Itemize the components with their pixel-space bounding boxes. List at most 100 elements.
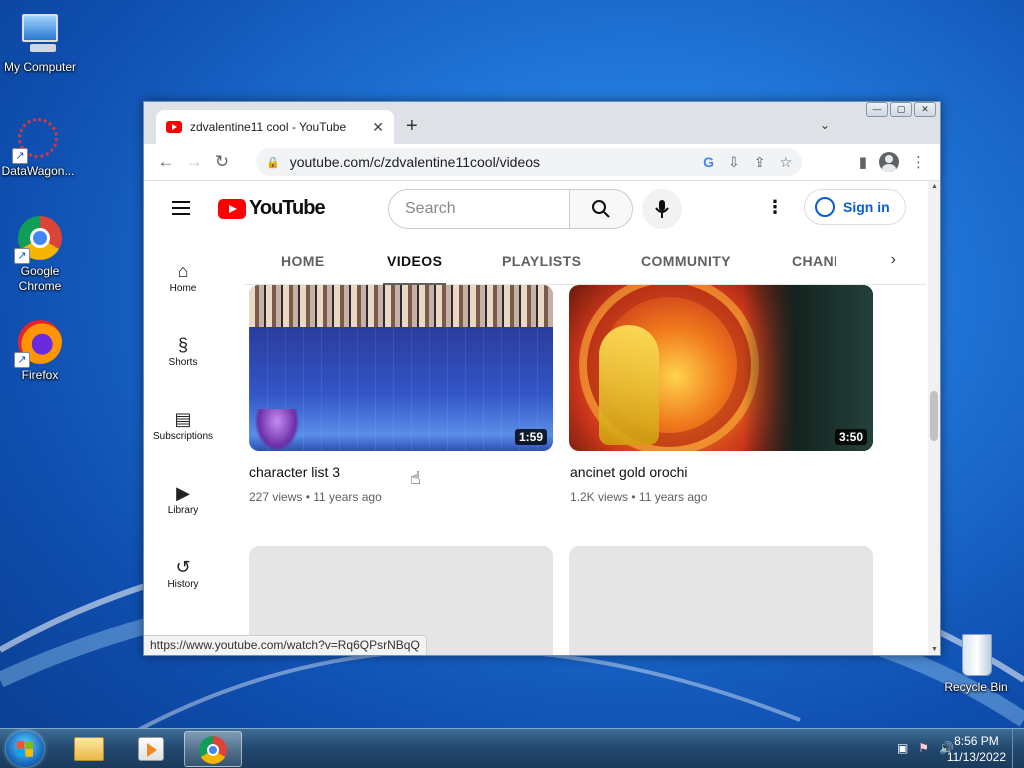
browser-tab[interactable]: zdvalentine11 cool - YouTube ✕ <box>156 110 394 144</box>
youtube-logo-text: YouTube <box>249 197 326 219</box>
bookmark-star-icon[interactable]: ☆ <box>779 154 792 171</box>
clock-date: 11/13/2022 <box>946 750 1006 764</box>
close-window-icon[interactable]: ✕ <box>914 102 936 117</box>
action-center-flag-icon[interactable]: ⚑ <box>918 741 929 755</box>
video-views: 1.2K views <box>570 490 629 504</box>
desktop-icon-my-computer[interactable]: My Computer <box>0 10 80 75</box>
minimize-icon[interactable]: — <box>866 102 888 117</box>
sidebar-item-home[interactable]: ⌂ Home <box>144 259 222 294</box>
taskbar-explorer[interactable] <box>60 731 118 767</box>
chrome-icon: ↗ <box>14 214 64 264</box>
back-icon[interactable]: ← <box>152 148 180 176</box>
search-button[interactable] <box>569 189 633 229</box>
desktop-icon-label: Google Chrome <box>18 264 62 293</box>
tab-search-chevron-icon[interactable]: ⌄ <box>820 118 830 132</box>
video-age: 11 years ago <box>638 490 708 504</box>
sidebar-item-history[interactable]: ↺ History <box>144 555 222 590</box>
system-tray: ▣ ⚑ 🔊 <box>897 741 954 755</box>
sign-in-button[interactable]: Sign in <box>804 189 906 225</box>
chrome-menu-icon[interactable]: ⋮ <box>911 153 926 171</box>
tab-channels[interactable]: CHANI <box>792 253 836 269</box>
scrollbar-thumb[interactable] <box>930 391 938 441</box>
tab-community[interactable]: COMMUNITY <box>641 253 731 269</box>
new-tab-icon[interactable]: + <box>406 115 418 138</box>
video-title[interactable]: character list 3 <box>249 464 340 480</box>
forward-icon[interactable]: → <box>180 148 208 176</box>
taskbar-chrome[interactable] <box>184 731 242 767</box>
computer-icon <box>16 10 64 58</box>
thumbnail-shadow <box>743 285 873 451</box>
sidebar-item-label: Subscriptions <box>152 431 214 442</box>
show-desktop-button[interactable] <box>1012 729 1024 768</box>
sidebar-item-subscriptions[interactable]: ▤ Subscriptions <box>144 407 222 442</box>
chevron-right-icon[interactable]: › <box>891 251 896 269</box>
page-scrollbar[interactable]: ▲ ▼ <box>928 181 940 655</box>
shortcut-arrow-icon: ↗ <box>14 352 30 368</box>
reload-icon[interactable]: ↻ <box>208 148 236 176</box>
maximize-icon[interactable]: ▢ <box>890 102 912 117</box>
youtube-favicon-icon <box>166 121 182 133</box>
menu-hamburger-icon[interactable] <box>172 201 190 215</box>
clock-time: 8:56 PM <box>954 734 999 748</box>
sidebar-item-label: History <box>167 579 199 590</box>
tab-videos[interactable]: VIDEOS <box>382 253 447 285</box>
desktop-icon-recycle-bin[interactable]: Recycle Bin <box>936 630 1016 695</box>
subscriptions-icon: ▤ <box>174 409 192 429</box>
folder-icon <box>74 737 104 761</box>
sidebar-item-label: Home <box>169 283 197 294</box>
media-player-icon <box>138 737 164 761</box>
desktop-icon-label: Firefox <box>21 368 59 382</box>
shortcut-arrow-icon: ↗ <box>14 248 30 264</box>
close-tab-icon[interactable]: ✕ <box>372 119 384 136</box>
desktop-icon-label: Recycle Bin <box>944 680 1008 694</box>
tab-home[interactable]: HOME <box>281 253 325 269</box>
scroll-up-icon[interactable]: ▲ <box>931 183 938 190</box>
thumbnail-character <box>255 409 299 451</box>
clock[interactable]: 8:56 PM 11/13/2022 <box>947 733 1006 765</box>
video-thumbnail[interactable]: 1:59 <box>249 285 553 451</box>
google-icon[interactable]: G <box>703 154 714 171</box>
scroll-down-icon[interactable]: ▼ <box>931 646 938 653</box>
video-age: 11 years ago <box>313 490 382 504</box>
desktop-icon-firefox[interactable]: ↗ Firefox <box>0 318 80 383</box>
lock-icon: 🔒 <box>266 156 280 169</box>
thumbnail-character <box>599 325 659 445</box>
video-title[interactable]: ancinet gold orochi <box>570 464 688 480</box>
desktop-icon-google-chrome[interactable]: ↗ Google Chrome <box>0 214 80 294</box>
install-icon[interactable]: ⇩ <box>728 154 740 171</box>
browser-window: — ▢ ✕ zdvalentine11 cool - YouTube ✕ + ⌄… <box>143 101 941 656</box>
video-duration: 1:59 <box>514 429 547 445</box>
address-bar[interactable]: 🔒 youtube.com/c/zdvalentine11cool/videos… <box>256 148 802 176</box>
hand-cursor-icon: ☝ <box>410 468 421 488</box>
profile-avatar-icon[interactable] <box>879 152 899 172</box>
taskbar-media-player[interactable] <box>122 731 180 767</box>
search-icon <box>592 199 610 218</box>
omnibox-actions: G ⇩ ⇪ ☆ <box>703 154 792 171</box>
youtube-logo[interactable]: YouTube <box>218 197 326 220</box>
chrome-icon <box>199 736 227 764</box>
video-views: 227 views <box>249 490 303 504</box>
sidebar-item-label: Shorts <box>168 357 198 368</box>
browser-toolbar: ← → ↻ 🔒 youtube.com/c/zdvalentine11cool/… <box>144 144 940 180</box>
network-icon[interactable]: ▣ <box>897 741 908 755</box>
desktop-icon-datawagon[interactable]: ↗ DataWagon... <box>0 114 78 179</box>
voice-search-button[interactable] <box>642 189 682 229</box>
sidebar-item-label: Library <box>167 505 199 516</box>
side-panel-icon[interactable]: ▮ <box>859 153 867 171</box>
video-duration: 3:50 <box>834 429 867 445</box>
video-thumbnail[interactable]: 3:50 <box>569 285 873 451</box>
thumbnail-character-grid <box>249 285 553 327</box>
sidebar-item-shorts[interactable]: § Shorts <box>144 333 222 368</box>
youtube-page: YouTube Search ⋮ Sign in HOME VIDEOS PLA… <box>144 181 928 655</box>
video-meta: 1.2K views • 11 years ago <box>570 490 708 504</box>
video-placeholder <box>569 546 873 655</box>
shorts-icon: § <box>177 335 188 355</box>
settings-more-icon[interactable]: ⋮ <box>766 197 784 217</box>
tab-playlists[interactable]: PLAYLISTS <box>502 253 581 269</box>
datawagon-icon: ↗ <box>12 114 62 164</box>
start-button[interactable] <box>6 731 44 767</box>
sidebar-item-library[interactable]: ▶ Library <box>144 481 222 516</box>
search-input[interactable]: Search <box>388 189 570 229</box>
library-icon: ▶ <box>176 483 190 503</box>
share-icon[interactable]: ⇪ <box>754 154 766 171</box>
